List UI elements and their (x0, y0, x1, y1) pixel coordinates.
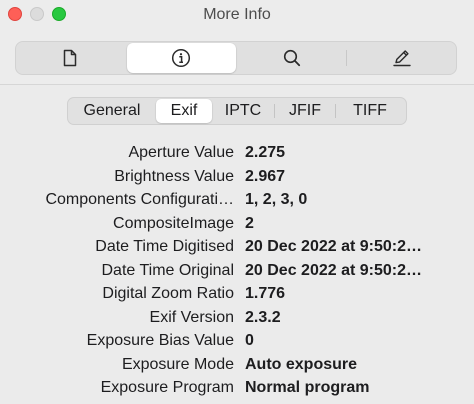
property-label: Digital Zoom Ratio (102, 285, 234, 302)
inspector-toolbar (15, 41, 457, 75)
property-row: Components Configurati… 1, 2, 3, 0 (0, 189, 474, 213)
property-row: Exif Version 2.3.2 (0, 307, 474, 331)
tool-document[interactable] (16, 43, 125, 73)
property-value: 0 (245, 332, 254, 349)
tab-general[interactable]: General (68, 99, 156, 123)
property-row: Brightness Value 2.967 (0, 166, 474, 190)
tab-jfif[interactable]: JFIF (275, 99, 335, 123)
tool-info[interactable] (126, 43, 236, 73)
property-label: Exif Version (149, 308, 234, 326)
tab-tiff[interactable]: TIFF (336, 99, 404, 123)
more-info-window: More Info General Exif IPTC JFIF TIFF Ap… (0, 0, 474, 404)
exif-properties-list: Aperture Value 2.275 Brightness Value 2.… (0, 142, 474, 401)
property-label: Exposure Program (100, 379, 234, 396)
property-row: CompositeImage 2 (0, 213, 474, 237)
property-row: Aperture Value 2.275 (0, 142, 474, 166)
property-value: 1.776 (245, 285, 286, 302)
info-icon (171, 48, 191, 68)
property-value: 2.967 (245, 167, 286, 185)
property-value: 1, 2, 3, 0 (245, 191, 308, 208)
document-icon (63, 49, 77, 67)
property-value: Normal program (245, 379, 370, 396)
property-row: Digital Zoom Ratio 1.776 (0, 283, 474, 307)
property-row: Exposure Mode Auto exposure (0, 354, 474, 378)
property-label: Aperture Value (128, 144, 234, 161)
property-value: 2.275 (245, 144, 286, 161)
property-value: 2 (245, 214, 254, 232)
tool-edit[interactable] (347, 43, 456, 73)
pencil-icon (392, 49, 412, 67)
property-label: Date Time Original (101, 261, 235, 279)
metadata-tabs: General Exif IPTC JFIF TIFF (67, 97, 407, 125)
property-label: Brightness Value (114, 167, 234, 185)
property-row: Exposure Bias Value 0 (0, 330, 474, 354)
property-value: 20 Dec 2022 at 9:50:2… (245, 238, 422, 255)
property-label: CompositeImage (113, 214, 234, 232)
window-title: More Info (203, 6, 271, 23)
title-bar: More Info (0, 0, 474, 30)
property-label: Date Time Digitised (95, 238, 234, 255)
tool-search[interactable] (238, 43, 347, 73)
property-label: Exposure Bias Value (86, 332, 234, 349)
property-value: Auto exposure (245, 355, 358, 373)
property-row: Exposure Program Normal program (0, 377, 474, 401)
property-row: Date Time Digitised 20 Dec 2022 at 9:50:… (0, 236, 474, 260)
property-value: 2.3.2 (245, 308, 281, 326)
tab-exif[interactable]: Exif (156, 99, 212, 123)
property-value: 20 Dec 2022 at 9:50:2… (245, 261, 422, 279)
property-label: Components Configurati… (45, 191, 234, 208)
search-icon (283, 49, 301, 67)
property-row: Date Time Original 20 Dec 2022 at 9:50:2… (0, 260, 474, 284)
property-label: Exposure Mode (121, 355, 234, 373)
tab-iptc[interactable]: IPTC (212, 99, 274, 123)
